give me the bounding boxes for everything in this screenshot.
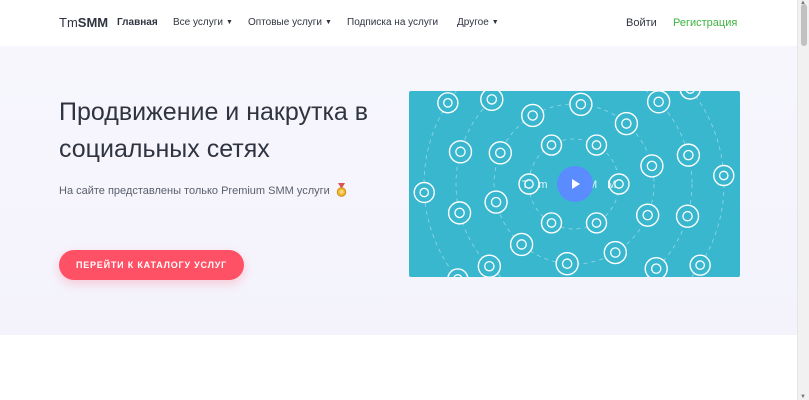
play-icon <box>572 179 580 189</box>
scroll-down-arrow[interactable]: ▼ <box>799 394 807 400</box>
whatsapp-icon <box>477 254 502 277</box>
skype-icon <box>520 103 545 128</box>
promo-video[interactable]: Tm SMM <box>409 91 740 277</box>
site-logo[interactable]: TmSMM <box>59 15 108 30</box>
nav-item-wholesale[interactable]: Оптовые услуги ▼ <box>248 17 332 28</box>
heart-icon <box>646 91 671 114</box>
vine-icon <box>635 203 660 227</box>
hero-title: Продвижение и накрутка в социальных сетя… <box>59 98 369 163</box>
flickr-icon <box>676 143 701 167</box>
snapchat-icon <box>675 204 700 228</box>
dropbox-icon <box>555 252 579 276</box>
chat-icon <box>447 201 472 225</box>
nav-item-other[interactable]: Другое ▼ <box>457 17 499 28</box>
vk-icon <box>585 212 608 234</box>
check-icon <box>437 92 459 114</box>
nav-item-subscription[interactable]: Подписка на услуги <box>347 17 438 28</box>
facebook-icon <box>689 254 711 276</box>
vine-icon <box>413 181 435 204</box>
hero-subtitle-text: На сайте представлены только Premium SMM… <box>59 185 330 197</box>
top-navbar: TmSMM Главная Все услуги ▼ Оптовые услуги… <box>0 0 797 46</box>
catalog-button[interactable]: ПЕРЕЙТИ К КАТАЛОГУ УСЛУГ <box>59 250 244 280</box>
instagram-icon <box>509 232 534 257</box>
instagram-icon <box>713 164 735 187</box>
caret-down-icon: ▼ <box>325 19 332 26</box>
linkedin-icon <box>640 154 664 178</box>
snapchat-icon <box>540 134 563 156</box>
tiktok-icon <box>448 140 473 164</box>
register-link[interactable]: Регистрация <box>673 17 737 29</box>
nav-item-all-services[interactable]: Все услуги ▼ <box>173 17 233 28</box>
video-play-button[interactable] <box>557 166 593 202</box>
heart-icon <box>540 212 563 234</box>
hero-subtitle: На сайте представлены только Premium SMM… <box>59 183 347 197</box>
viber-icon <box>488 141 513 165</box>
login-link[interactable]: Войти <box>626 17 657 29</box>
medal-icon <box>336 183 347 197</box>
share-icon <box>569 92 593 116</box>
caret-down-icon: ▼ <box>225 19 233 26</box>
telegram-icon <box>614 111 639 136</box>
vk-icon <box>480 91 504 112</box>
odnoklassniki-icon <box>644 256 668 277</box>
nav-item-home[interactable]: Главная <box>117 17 158 28</box>
facebook-icon <box>484 190 508 214</box>
page-scrollbar[interactable] <box>797 0 809 400</box>
scrollbar-thumb[interactable] <box>801 4 807 46</box>
caret-down-icon: ▼ <box>491 19 499 26</box>
check-icon <box>603 240 628 265</box>
twitch-icon <box>585 134 608 156</box>
